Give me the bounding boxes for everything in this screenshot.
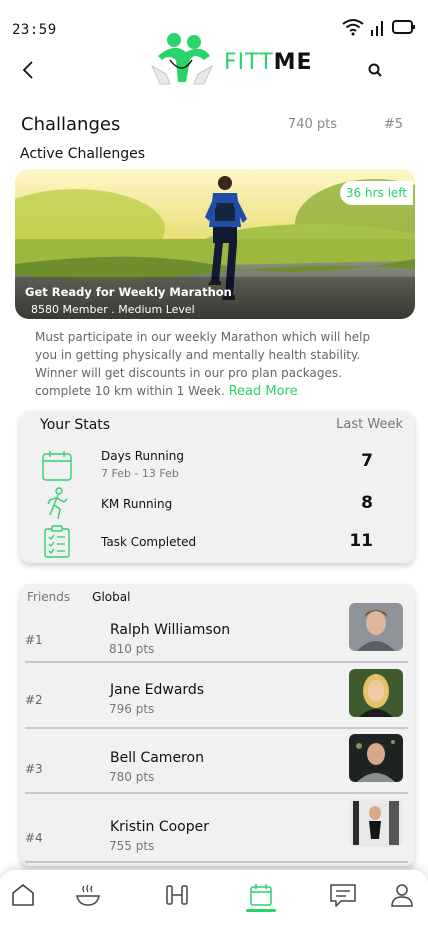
stat-label: KM Running xyxy=(101,497,173,511)
stat-row-task-completed: Task Completed 11 xyxy=(40,525,380,561)
calendar-icon xyxy=(250,884,272,906)
stat-value: 11 xyxy=(349,531,373,551)
challenge-description: Must participate in our weekly Marathon … xyxy=(35,328,395,401)
nav-messages[interactable] xyxy=(328,880,358,910)
leaderboard-row[interactable]: #1 Ralph Williamson 810 pts xyxy=(25,599,408,663)
page-title: Challanges xyxy=(21,114,121,135)
leaderboard-row[interactable]: #4 Kristin Cooper 755 pts xyxy=(25,799,408,863)
fitness-couple-logo-icon xyxy=(151,33,213,85)
checklist-icon xyxy=(44,525,70,558)
search-button[interactable] xyxy=(368,62,388,82)
leader-rank: #2 xyxy=(25,693,43,707)
leader-name: Ralph Williamson xyxy=(110,622,231,638)
leader-pts: 755 pts xyxy=(109,839,155,853)
home-icon xyxy=(12,884,34,906)
leader-name: Jane Edwards xyxy=(110,682,205,698)
leader-rank: #4 xyxy=(25,831,43,845)
chat-icon xyxy=(330,884,356,907)
active-tab-indicator xyxy=(246,909,276,912)
search-icon xyxy=(368,63,382,77)
bottom-nav xyxy=(0,870,428,926)
logo-fit: FITT xyxy=(224,49,274,75)
stat-value: 7 xyxy=(361,451,373,471)
avatar xyxy=(349,603,403,651)
leader-name: Bell Cameron xyxy=(110,750,204,766)
leader-rank: #1 xyxy=(25,633,43,647)
avatar xyxy=(349,799,403,847)
leader-pts: 796 pts xyxy=(109,702,155,716)
time-left-badge: 36 hrs left xyxy=(339,181,413,205)
stat-label: Task Completed xyxy=(101,535,197,549)
challenge-card[interactable]: 36 hrs left Get Ready for Weekly Maratho… xyxy=(15,169,415,319)
stats-card: Your Stats Last Week Days Running 7 Feb … xyxy=(20,411,415,563)
profile-icon xyxy=(391,884,413,907)
nav-profile[interactable] xyxy=(387,880,417,910)
app-header: FITTME xyxy=(0,28,428,90)
dumbbell-icon xyxy=(166,885,188,905)
points-total: 740 pts xyxy=(287,117,337,132)
leaderboard-row[interactable]: #2 Jane Edwards 796 pts xyxy=(25,665,408,729)
logo-me: ME xyxy=(273,49,313,75)
avatar-image xyxy=(349,734,403,782)
read-more-link[interactable]: Read More xyxy=(229,384,298,399)
avatar-image xyxy=(349,603,403,651)
calendar-icon xyxy=(42,451,72,481)
avatar-image xyxy=(349,799,403,847)
description-text: Must participate in our weekly Marathon … xyxy=(35,330,371,398)
avatar xyxy=(349,734,403,782)
stat-label: Days Running xyxy=(101,449,184,463)
stat-row-days-running: Days Running 7 Feb - 13 Feb 7 xyxy=(40,449,380,485)
stat-value: 8 xyxy=(361,493,373,513)
stats-title: Your Stats xyxy=(40,417,111,433)
stat-sub: 7 Feb - 13 Feb xyxy=(101,467,179,480)
stat-row-km-running: KM Running 8 xyxy=(40,487,380,523)
leader-name: Kristin Cooper xyxy=(110,819,209,835)
leader-pts: 780 pts xyxy=(109,770,155,784)
leaderboard-row[interactable]: #3 Bell Cameron 780 pts xyxy=(25,730,408,794)
nav-challenges[interactable] xyxy=(246,880,276,910)
active-challenges-heading: Active Challenges xyxy=(20,146,146,162)
leader-rank: #3 xyxy=(25,762,43,776)
logo-text: FITTME xyxy=(224,50,313,75)
user-rank: #5 xyxy=(383,117,403,132)
runner-icon xyxy=(47,487,68,520)
leader-pts: 810 pts xyxy=(109,642,155,656)
challenge-title: Get Ready for Weekly Marathon xyxy=(25,285,232,299)
avatar xyxy=(349,669,403,717)
nav-home[interactable] xyxy=(8,880,38,910)
challenge-meta: 8580 Member . Medium Level xyxy=(31,303,195,316)
leaderboard-card: Friends Global #1 Ralph Williamson 810 p… xyxy=(20,584,415,866)
stats-period[interactable]: Last Week xyxy=(336,417,403,432)
food-bowl-icon xyxy=(76,884,100,906)
back-button[interactable] xyxy=(16,58,40,82)
avatar-image xyxy=(349,669,403,717)
nav-food[interactable] xyxy=(73,880,103,910)
logo: FITTME xyxy=(146,28,326,88)
nav-workout[interactable] xyxy=(162,880,192,910)
title-row: Challanges 740 pts #5 xyxy=(21,114,407,140)
chevron-left-icon xyxy=(22,61,33,79)
